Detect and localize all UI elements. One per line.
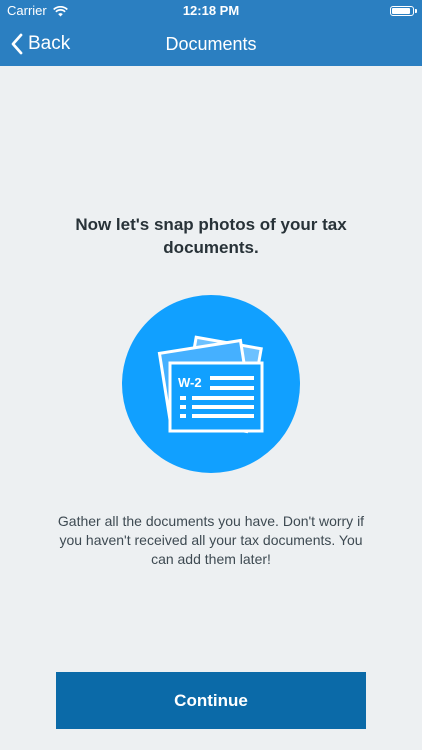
navigation-bar: Back Documents	[0, 22, 422, 66]
page-title: Documents	[165, 34, 257, 54]
status-bar: Carrier 12:18 PM	[0, 0, 422, 22]
form-line	[192, 405, 254, 409]
form-line	[180, 414, 186, 418]
continue-button[interactable]: Continue	[56, 672, 366, 729]
battery-icon	[390, 6, 417, 16]
battery-level	[392, 8, 410, 14]
instructions-text: Gather all the documents you have. Don't…	[57, 513, 365, 567]
documents-screen: Carrier 12:18 PM Back Documents Now let'…	[0, 0, 422, 750]
tax-documents-icon: W-2	[122, 295, 300, 473]
form-line	[180, 396, 186, 400]
top-bar: Carrier 12:18 PM Back Documents	[0, 0, 422, 66]
form-line	[180, 405, 186, 409]
w2-document: W-2	[168, 361, 264, 433]
w2-label: W-2	[178, 375, 202, 390]
form-line	[192, 396, 254, 400]
form-line	[210, 376, 254, 380]
form-line	[192, 414, 254, 418]
headline: Now let's snap photos of your tax docume…	[75, 215, 347, 257]
form-line	[210, 386, 254, 390]
status-time: 12:18 PM	[182, 3, 240, 18]
